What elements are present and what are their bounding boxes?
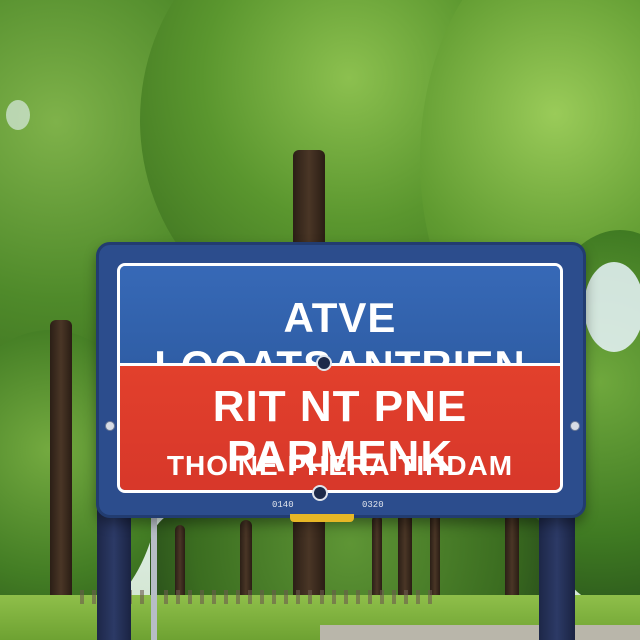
- sign-face: ATVE LOOATSANTRIEN RIT NT PNE PARMENK TH…: [117, 263, 563, 493]
- sign-blue-panel: ATVE LOOATSANTRIEN: [120, 266, 560, 389]
- sky-gap: [6, 100, 30, 130]
- sign-red-panel: RIT NT PNE PARMENK THO NE PHERA TIHDAM: [120, 366, 560, 490]
- sign-mark-right: 0320: [362, 500, 384, 510]
- footpath: [320, 625, 640, 640]
- park-scene: ATVE LOOATSANTRIEN RIT NT PNE PARMENK TH…: [0, 0, 640, 640]
- sign-line-3: THO NE PHERA TIHDAM: [166, 450, 514, 481]
- metal-pole: [151, 512, 157, 640]
- tree-trunk: [50, 320, 72, 640]
- center-bolt: [316, 355, 332, 371]
- rivet: [105, 421, 115, 431]
- rivet: [570, 421, 580, 431]
- yellow-tab: [290, 514, 354, 522]
- fence: [80, 590, 440, 604]
- sign-post-left: [97, 505, 131, 640]
- sign-post-right: [539, 505, 575, 640]
- bottom-bolt: [312, 485, 328, 501]
- sign-mark-left: 0140: [272, 500, 294, 510]
- park-sign: ATVE LOOATSANTRIEN RIT NT PNE PARMENK TH…: [96, 242, 586, 518]
- sky-gap: [584, 262, 640, 352]
